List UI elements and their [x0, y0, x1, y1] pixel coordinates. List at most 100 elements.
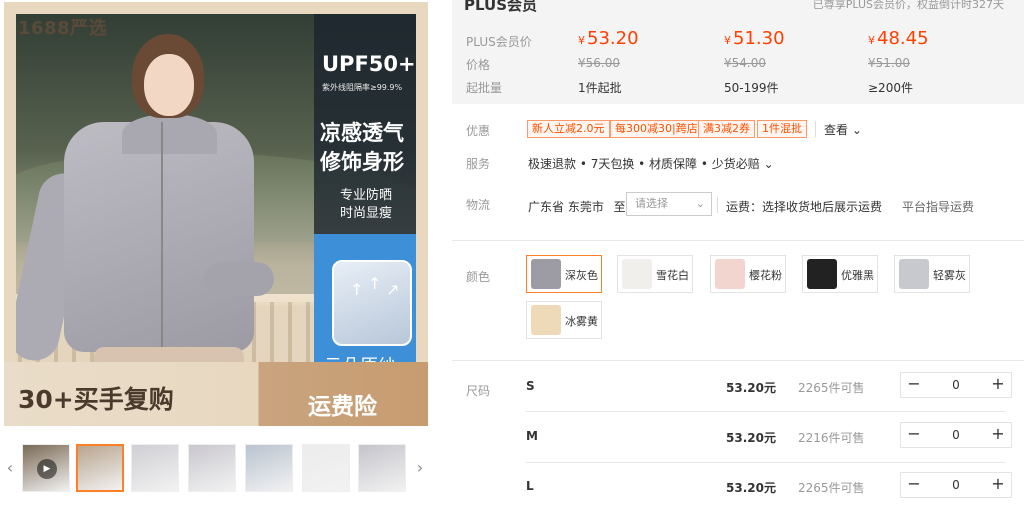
currency-symbol: ¥: [724, 34, 731, 47]
increase-button[interactable]: +: [985, 423, 1011, 447]
size-row-l: L 53.20元 2265件可售 − 0 +: [452, 462, 1024, 512]
feature-sunproof: 专业防晒: [340, 188, 393, 203]
color-swatch: [531, 259, 561, 289]
thumbnail-2[interactable]: [131, 444, 179, 492]
size-row-m: M 53.20元 2216件可售 − 0 +: [452, 412, 1024, 462]
quantity-input[interactable]: 0: [927, 473, 985, 497]
color-option-sakura-pink[interactable]: 樱花粉: [710, 255, 786, 293]
price-label: 价格: [466, 58, 491, 72]
offers-see-more[interactable]: 查看 ⌄: [824, 121, 862, 138]
thumbnail-image: [78, 446, 122, 490]
currency-symbol: ¥: [578, 34, 585, 47]
main-product-image[interactable]: 1688严选 UPF50+ 紫外线阻隔率≥99.9% 凉感透气 修饰身形 专业防…: [4, 2, 428, 426]
size-price: 53.20元: [726, 381, 776, 395]
color-swatch: [899, 259, 929, 289]
size-row-s: S 53.20元 2265件可售 − 0 +: [452, 362, 1024, 412]
shipping-fee-text: 运费：选择收货地后展示运费: [726, 200, 883, 214]
promo-tag-cross-store[interactable]: 每300减30|跨店: [610, 120, 703, 138]
divider: [717, 197, 718, 213]
size-price: 53.20元: [726, 481, 776, 495]
size-name: L: [526, 479, 534, 493]
select-placeholder: 请选择: [635, 197, 668, 210]
next-arrow-icon[interactable]: ›: [412, 446, 428, 490]
batch-tier-1: 1件起批: [578, 81, 622, 95]
logistics-label: 物流: [466, 198, 491, 212]
upf-subtitle: 紫外线阻隔率≥99.9%: [322, 83, 403, 92]
size-name: M: [526, 429, 538, 443]
color-name: 樱花粉: [749, 269, 782, 282]
thumbnail-3[interactable]: [188, 444, 236, 492]
arrow-up-icon: ↗: [386, 280, 400, 299]
color-option-mist-gray[interactable]: 轻雾灰: [894, 255, 970, 293]
arrow-up-icon: ↑: [368, 274, 382, 293]
original-price-tier-1: ¥56.00: [578, 56, 620, 70]
size-stock: 2265件可售: [798, 381, 865, 395]
thumbnail-image: [359, 445, 405, 491]
color-swatch: [531, 305, 561, 335]
promo-tag-newuser[interactable]: 新人立减2.0元: [527, 120, 610, 138]
quantity-stepper: − 0 +: [900, 422, 1012, 448]
quantity-stepper: − 0 +: [900, 472, 1012, 498]
promo-tag-coupon[interactable]: 满3减2券: [698, 120, 755, 138]
color-name: 冰雾黄: [565, 315, 598, 328]
thumbnail-video[interactable]: ▶: [22, 444, 70, 492]
quantity-input[interactable]: 0: [927, 373, 985, 397]
thumbnail-1[interactable]: [76, 444, 124, 492]
plus-price-tier-1: ¥53.20: [578, 28, 639, 49]
color-option-snow-white[interactable]: 雪花白: [617, 255, 693, 293]
color-option-dark-gray[interactable]: 深灰色: [526, 255, 602, 293]
color-option-elegant-black[interactable]: 优雅黑: [802, 255, 878, 293]
plus-price-value: 51.30: [733, 28, 785, 49]
increase-button[interactable]: +: [985, 473, 1011, 497]
thumbnail-image: [189, 445, 235, 491]
quantity-stepper: − 0 +: [900, 372, 1012, 398]
size-stock: 2265件可售: [798, 481, 865, 495]
quantity-input[interactable]: 0: [927, 423, 985, 447]
promo-tag-mixed-batch[interactable]: 1件混批: [757, 120, 807, 138]
plus-price-label: PLUS会员价: [466, 35, 532, 49]
destination-select[interactable]: 请选择 ⌄: [626, 192, 712, 216]
shipping-origin: 广东省 东莞市 至: [528, 198, 626, 215]
repurchase-text: 30+买手复购: [18, 385, 174, 414]
upf-title: UPF50+: [322, 52, 416, 76]
size-price: 53.20元: [726, 431, 776, 445]
thumbnail-image: [132, 445, 178, 491]
batch-tier-3: ≥200件: [868, 81, 913, 95]
color-name: 雪花白: [656, 269, 689, 282]
increase-button[interactable]: +: [985, 373, 1011, 397]
decrease-button[interactable]: −: [901, 423, 927, 447]
color-option-ice-yellow[interactable]: 冰雾黄: [526, 301, 602, 339]
thumbnail-4[interactable]: [245, 444, 293, 492]
decrease-button[interactable]: −: [901, 373, 927, 397]
thumbnail-image: [246, 445, 292, 491]
feature-shape: 修饰身形: [320, 150, 404, 174]
section-divider: [452, 240, 1024, 241]
plus-price-tier-2: ¥51.30: [724, 28, 785, 49]
thumbnail-6[interactable]: [358, 444, 406, 492]
service-guarantees[interactable]: 极速退款 • 7天包换 • 材质保障 • 少货必赔 ⌄: [528, 155, 774, 172]
size-name: S: [526, 379, 535, 393]
batch-label: 起批量: [466, 81, 503, 95]
prev-arrow-icon[interactable]: ‹: [2, 446, 18, 490]
section-divider: [452, 360, 1024, 361]
feature-panel: UPF50+ 紫外线阻隔率≥99.9% 凉感透气 修饰身形 专业防晒 时尚显瘦: [314, 14, 416, 242]
color-name: 轻雾灰: [933, 269, 966, 282]
platform-shipping-guide-link[interactable]: 平台指导运费: [902, 198, 974, 215]
plus-title: PLUS会员: [464, 0, 538, 14]
chevron-down-icon: ⌄: [695, 197, 705, 210]
price-block: PLUS会员 已尊享PLUS会员价，权益倒计时327天 PLUS会员价 价格 起…: [452, 0, 1024, 104]
service-label: 服务: [466, 157, 491, 171]
decrease-button[interactable]: −: [901, 473, 927, 497]
plus-price-value: 53.20: [587, 28, 639, 49]
color-swatch: [807, 259, 837, 289]
fabric-image: ↑ ↑ ↗: [332, 260, 412, 346]
shipping-insurance-text: 运费险: [308, 394, 377, 420]
feature-cool: 凉感透气: [320, 121, 404, 145]
currency-symbol: ¥: [868, 34, 875, 47]
arrow-up-icon: ↑: [350, 280, 364, 299]
thumbnail-5[interactable]: [302, 444, 350, 492]
color-swatch: [715, 259, 745, 289]
play-icon: ▶: [37, 459, 57, 479]
original-price-tier-2: ¥54.00: [724, 56, 766, 70]
offers-label: 优惠: [466, 124, 491, 138]
